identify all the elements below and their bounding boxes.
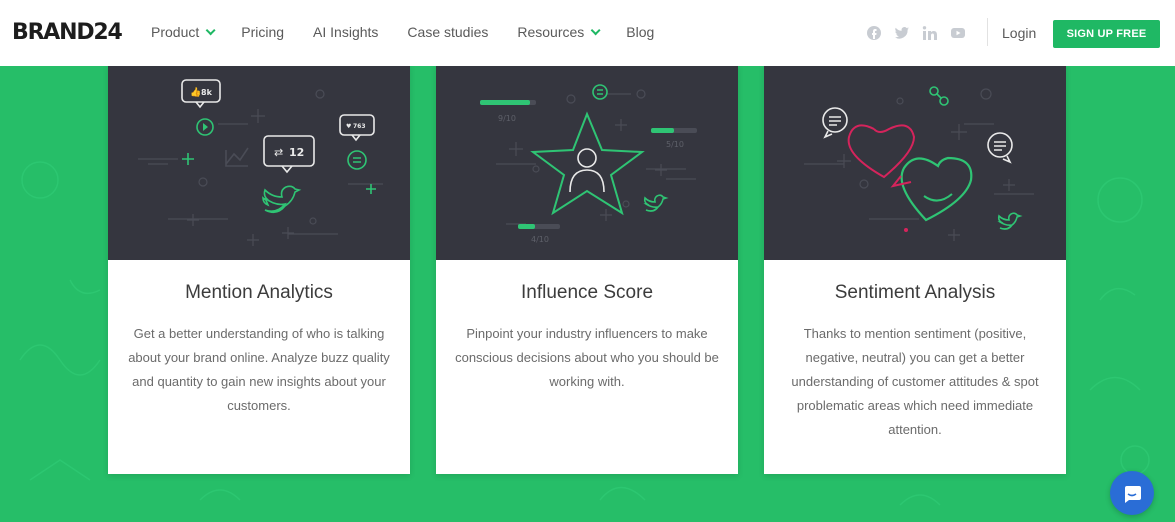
linkedin-icon[interactable] bbox=[918, 22, 942, 44]
youtube-icon[interactable] bbox=[946, 22, 970, 44]
card-description: Thanks to mention sentiment (positive, n… bbox=[791, 326, 1039, 437]
chat-icon bbox=[1125, 486, 1141, 503]
main-nav: Product Pricing AI Insights Case studies… bbox=[151, 24, 683, 40]
heart-count: 763 bbox=[353, 123, 366, 130]
card-title: Influence Score bbox=[520, 282, 654, 303]
nav-ai-insights[interactable]: AI Insights bbox=[313, 24, 378, 40]
influence-score-illustration: 9/10 5/10 4/10 bbox=[436, 64, 738, 260]
header-divider bbox=[987, 18, 988, 46]
brand-logo[interactable]: BRAND24 bbox=[12, 20, 123, 45]
score-bar-fill bbox=[651, 128, 674, 133]
star-icon bbox=[530, 111, 645, 216]
card-description: Get a better understanding of who is tal… bbox=[128, 326, 390, 413]
score-bar-fill bbox=[480, 100, 530, 105]
feature-card-mention-analytics: 👍 8k ♥ 763 ⇄ 12 Mention Analytics Get a … bbox=[108, 64, 410, 474]
chat-widget-button[interactable] bbox=[1110, 471, 1154, 515]
signup-button[interactable]: SIGN UP FREE bbox=[1053, 20, 1160, 48]
nav-case-studies[interactable]: Case studies bbox=[407, 24, 488, 40]
nav-pricing-label: Pricing bbox=[241, 24, 285, 40]
nav-blog-label: Blog bbox=[626, 24, 655, 40]
score-label: 4/10 bbox=[531, 235, 549, 244]
sentiment-analysis-illustration bbox=[764, 64, 1066, 260]
score-bar-fill bbox=[518, 224, 535, 229]
nav-pricing[interactable]: Pricing bbox=[241, 24, 284, 40]
nav-resources-label: Resources bbox=[517, 24, 585, 40]
nav-resources[interactable]: Resources bbox=[517, 24, 601, 40]
facebook-icon[interactable] bbox=[862, 22, 886, 44]
chevron-down-icon bbox=[205, 24, 216, 35]
svg-text:👍: 👍 bbox=[190, 86, 201, 98]
feature-card-influence-score: 9/10 5/10 4/10 Influence Score Pinpoint … bbox=[436, 64, 738, 474]
nav-case-studies-label: Case studies bbox=[407, 24, 489, 40]
nav-product-label: Product bbox=[151, 24, 200, 40]
svg-text:♥: ♥ bbox=[346, 123, 351, 130]
nav-product[interactable]: Product bbox=[151, 24, 216, 40]
social-links bbox=[862, 22, 974, 44]
like-count: 8k bbox=[201, 88, 213, 97]
svg-text:⇄: ⇄ bbox=[274, 146, 283, 159]
features-section: 👍 8k ♥ 763 ⇄ 12 Mention Analytics Get a … bbox=[0, 60, 1175, 522]
card-title: Sentiment Analysis bbox=[834, 282, 996, 303]
score-label: 5/10 bbox=[666, 140, 684, 149]
mention-analytics-illustration: 👍 8k ♥ 763 ⇄ 12 bbox=[108, 64, 410, 260]
heart-icon bbox=[900, 156, 973, 222]
login-link[interactable]: Login bbox=[1002, 25, 1036, 41]
card-description: Pinpoint your industry influencers to ma… bbox=[455, 326, 719, 389]
score-label: 9/10 bbox=[498, 114, 516, 123]
feature-card-sentiment-analysis: Sentiment Analysis Thanks to mention sen… bbox=[764, 64, 1066, 474]
twitter-bird-icon bbox=[262, 185, 302, 214]
nav-ai-insights-label: AI Insights bbox=[313, 24, 379, 40]
site-header: BRAND24 Product Pricing AI Insights Case… bbox=[0, 0, 1175, 66]
card-title: Mention Analytics bbox=[185, 282, 333, 303]
retweet-count: 12 bbox=[289, 146, 304, 159]
twitter-icon[interactable] bbox=[890, 22, 914, 44]
chevron-down-icon bbox=[590, 24, 601, 35]
nav-blog[interactable]: Blog bbox=[626, 24, 654, 40]
